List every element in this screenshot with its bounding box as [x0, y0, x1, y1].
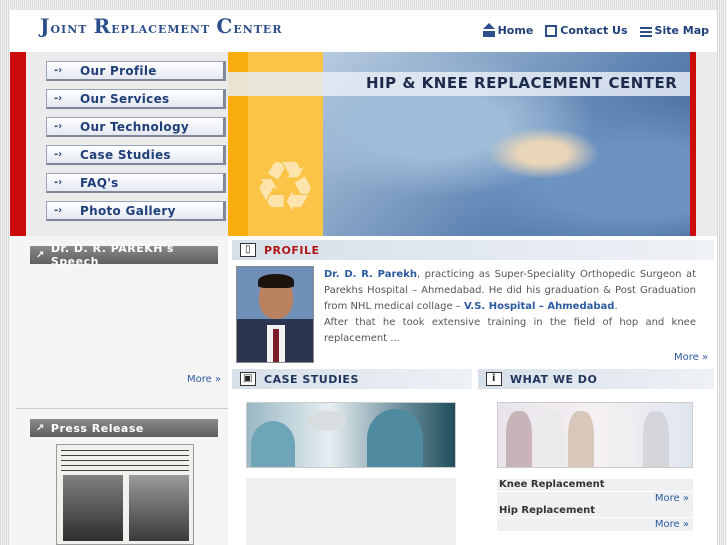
home-link-label: Home	[497, 24, 534, 37]
menu-item-our-services[interactable]: -› Our Services	[46, 89, 226, 109]
staff-figure-1	[506, 411, 532, 467]
image-icon: ▣	[240, 372, 256, 386]
more-link-label: More	[187, 374, 212, 385]
doctor-photo-tie	[273, 329, 279, 362]
left-column: ↗ Dr. D. R. PAREKH's Speech More » ↗ Pre…	[10, 236, 228, 545]
hip-replacement-more-link[interactable]: More »	[497, 518, 693, 531]
speech-more-link[interactable]: More »	[187, 374, 221, 385]
case-studies-heading[interactable]: ▣ CASE STUDIES	[232, 369, 472, 389]
knee-replacement-item[interactable]: Knee Replacement	[497, 479, 693, 491]
page-frame-top	[0, 0, 727, 10]
contact-us-link[interactable]: Contact Us	[545, 24, 628, 37]
speech-ribbon[interactable]: ↗ Dr. D. R. PAREKH's Speech	[30, 242, 218, 268]
doctor-photo-hair	[258, 274, 294, 288]
site-header: Joint Replacement Center Home Contact Us…	[10, 10, 717, 52]
hero-right-strip-inner	[696, 52, 717, 236]
arrow-icon: -›	[54, 177, 63, 188]
profile-heading-label: PROFILE	[264, 243, 320, 257]
arrow-up-right-icon: ↗	[36, 422, 45, 434]
press-clipping-photo-2	[129, 475, 189, 541]
site-logo[interactable]: Joint Replacement Center	[40, 14, 282, 38]
home-icon	[482, 22, 495, 37]
surgeon-figure-1	[251, 421, 295, 467]
press-clipping-image[interactable]	[56, 444, 194, 545]
press-clipping-text-lines	[61, 449, 189, 471]
menu-item-case-studies[interactable]: -› Case Studies	[46, 145, 226, 165]
book-icon: ▯	[240, 243, 256, 257]
top-navigation: Home Contact Us Site Map	[482, 22, 709, 37]
what-we-do-heading[interactable]: i WHAT WE DO	[478, 369, 714, 389]
arrow-icon: -›	[54, 149, 63, 160]
profile-text-part3: After that he took extensive training in…	[324, 317, 696, 344]
knee-replacement-more-link[interactable]: More »	[497, 492, 693, 505]
case-studies-content-box	[246, 478, 456, 545]
menu-item-label: Our Profile	[80, 63, 157, 78]
staff-figure-2	[538, 411, 564, 467]
home-link[interactable]: Home	[482, 22, 534, 37]
doctor-photo	[236, 266, 314, 363]
more-link-label: More	[654, 493, 680, 504]
menu-item-label: Case Studies	[80, 147, 171, 162]
what-we-do-image[interactable]	[497, 402, 693, 468]
menu-item-label: FAQ's	[80, 175, 119, 190]
more-link-label: More	[674, 352, 699, 363]
double-chevron-icon: »	[214, 374, 222, 385]
staff-figure-4	[608, 411, 634, 467]
speech-ribbon-label: Dr. D. R. PAREKH's Speech	[50, 242, 174, 268]
menu-item-our-technology[interactable]: -› Our Technology	[46, 117, 226, 137]
hero-title: HIP & KNEE REPLACEMENT CENTER	[366, 74, 678, 92]
info-icon: i	[486, 372, 502, 386]
more-link-label: More	[654, 519, 680, 530]
staff-figure-3	[568, 411, 594, 467]
page-frame-left	[0, 0, 10, 545]
menu-item-label: Photo Gallery	[80, 203, 176, 218]
menu-item-our-profile[interactable]: -› Our Profile	[46, 61, 226, 81]
menu-item-label: Our Technology	[80, 119, 189, 134]
page-frame-right	[717, 0, 727, 545]
double-chevron-icon: »	[682, 519, 689, 530]
arrow-icon: -›	[54, 121, 63, 132]
case-studies-heading-label: CASE STUDIES	[264, 372, 359, 386]
profile-heading: ▯ PROFILE	[232, 240, 714, 260]
site-map-link[interactable]: Site Map	[639, 24, 709, 37]
arrow-icon: -›	[54, 93, 63, 104]
press-release-ribbon-label: Press Release	[50, 421, 144, 435]
hero-banner: HIP & KNEE REPLACEMENT CENTER ♻	[228, 52, 690, 236]
what-we-do-heading-label: WHAT WE DO	[510, 372, 598, 386]
profile-text-part2: .	[614, 301, 618, 312]
mail-icon	[545, 24, 558, 37]
arrow-icon: -›	[54, 205, 63, 216]
sitemap-icon	[639, 24, 652, 37]
double-chevron-icon: »	[682, 493, 689, 504]
hospital-name: V.S. Hospital – Ahmedabad	[463, 301, 615, 312]
left-divider	[16, 408, 228, 409]
menu-item-label: Our Services	[80, 91, 170, 106]
recycle-icon: ♻	[253, 146, 317, 228]
press-release-ribbon[interactable]: ↗ Press Release	[30, 419, 218, 437]
arrow-up-right-icon: ↗	[36, 249, 45, 261]
contact-us-link-label: Contact Us	[560, 24, 628, 37]
hip-replacement-item[interactable]: Hip Replacement	[497, 505, 693, 517]
menu-item-photo-gallery[interactable]: -› Photo Gallery	[46, 201, 226, 221]
doctor-name[interactable]: Dr. D. R. Parekh	[324, 269, 417, 280]
surgical-lamp	[307, 411, 347, 431]
arrow-icon: -›	[54, 65, 63, 76]
hero-right-strip	[690, 52, 717, 236]
menu-item-faqs[interactable]: -› FAQ's	[46, 173, 226, 193]
main-content: ▯ PROFILE Dr. D. R. Parekh, practicing a…	[228, 236, 717, 545]
profile-more-link[interactable]: More »	[674, 352, 708, 363]
case-studies-image[interactable]	[246, 402, 456, 468]
double-chevron-icon: »	[701, 352, 709, 363]
profile-description: Dr. D. R. Parekh, practicing as Super-Sp…	[324, 267, 696, 347]
surgeon-figure-2	[367, 409, 423, 467]
site-map-link-label: Site Map	[654, 24, 709, 37]
main-menu: -› Our Profile -› Our Services -› Our Te…	[10, 52, 228, 236]
press-clipping-photo-1	[63, 475, 123, 541]
staff-figure-5	[643, 411, 669, 467]
